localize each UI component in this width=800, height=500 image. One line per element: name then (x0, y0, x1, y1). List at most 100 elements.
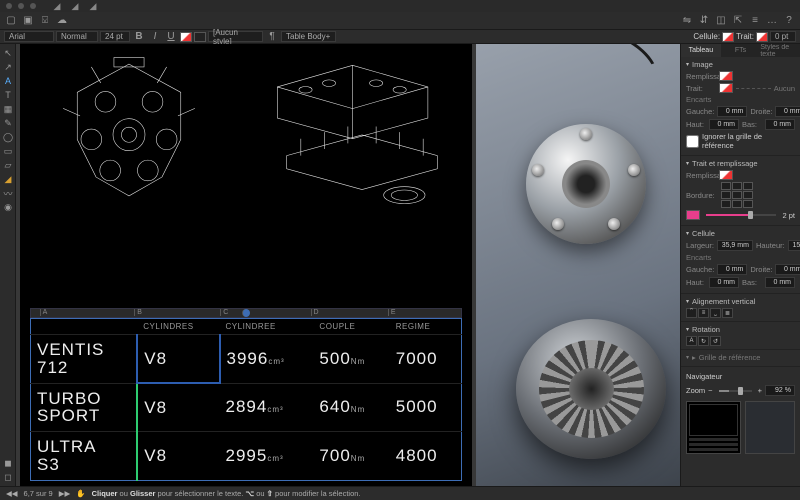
text-tool-icon[interactable]: A (2, 75, 14, 87)
cell[interactable]: 5000 (390, 383, 462, 432)
more-icon[interactable]: … (765, 14, 779, 28)
picture-frame-icon[interactable]: ▱ (2, 159, 14, 171)
help-icon[interactable]: ? (782, 14, 796, 28)
crop-icon[interactable]: ◫ (714, 14, 728, 28)
cell[interactable]: V8 (137, 432, 219, 481)
table-handle-icon[interactable] (242, 309, 250, 317)
designer-icon[interactable]: ◢ (50, 1, 64, 11)
stroke-swatch[interactable] (756, 32, 768, 42)
cell-inset-left[interactable] (717, 264, 747, 275)
zoom-in-icon[interactable]: + (758, 386, 762, 395)
traffic-red[interactable] (6, 3, 12, 9)
tab-styles[interactable]: Styles de texte (760, 44, 800, 57)
para-style-field[interactable]: Table Body+ (281, 31, 336, 42)
canvas-area[interactable]: A B C D E CYLINDRES CYLINDREE COUPLE REG… (16, 44, 680, 486)
inset-right-field[interactable] (775, 106, 800, 117)
stroke-color-swatch[interactable] (686, 210, 700, 220)
inset-bottom-field[interactable] (765, 119, 795, 130)
stroke-width-field[interactable]: 0 pt (770, 31, 796, 42)
open-icon[interactable]: ▣ (21, 14, 35, 28)
bg-color-swatch[interactable]: ◻ (2, 471, 14, 483)
row-name[interactable]: ULTRAS3 (31, 432, 138, 481)
zoom-field[interactable] (765, 385, 795, 396)
next-page-icon[interactable]: ▶▶ (59, 489, 71, 498)
fill-swatch[interactable] (719, 170, 733, 180)
section-header[interactable]: Image (686, 60, 795, 69)
traffic-green[interactable] (30, 3, 36, 9)
italic-icon[interactable]: I (148, 30, 162, 44)
text-fill-swatch[interactable] (180, 32, 192, 42)
inset-top-field[interactable] (709, 119, 739, 130)
table-tool-icon[interactable]: ▦ (2, 103, 14, 115)
nav-thumb-right[interactable] (745, 401, 796, 454)
publisher-icon[interactable]: ◢ (86, 1, 100, 11)
hand-icon[interactable]: ✋ (76, 489, 85, 498)
rect-tool-icon[interactable]: ▭ (2, 145, 14, 157)
font-size-field[interactable]: 24 pt (100, 31, 130, 42)
vector-brush-icon[interactable]: 〰 (2, 187, 14, 199)
table-frame[interactable]: A B C D E CYLINDRES CYLINDREE COUPLE REG… (20, 304, 472, 486)
table-row[interactable]: VENTIS712 V8 3996cm³ 500Nm 7000 (31, 334, 462, 383)
cell[interactable]: 2894cm³ (220, 383, 314, 432)
border-grid[interactable] (721, 182, 753, 208)
stroke-swatch[interactable] (719, 83, 733, 93)
cell-inset-top[interactable] (709, 277, 739, 288)
cell-fill-swatch[interactable] (722, 32, 734, 42)
row-name[interactable]: TURBOSPORT (31, 383, 138, 432)
valign-buttons[interactable]: ⎴≡⎵≣ (686, 308, 795, 318)
fill-swatch[interactable] (719, 71, 733, 81)
align-icon[interactable]: ≡ (748, 14, 762, 28)
paragraph-icon[interactable]: ¶ (265, 30, 279, 44)
ignore-grid-checkbox[interactable] (686, 135, 699, 148)
cell[interactable]: 3996cm³ (220, 334, 314, 383)
cell[interactable]: 7000 (390, 334, 462, 383)
char-style-field[interactable]: [Aucun style] (208, 31, 263, 42)
cell-width-field[interactable] (717, 240, 753, 251)
font-style-field[interactable]: Normal (56, 31, 98, 42)
cell[interactable]: V8 (137, 383, 219, 432)
col-c[interactable]: C (220, 309, 228, 316)
cell-inset-bottom[interactable] (765, 277, 795, 288)
nav-thumb-left[interactable] (686, 401, 741, 454)
cell[interactable]: 700Nm (313, 432, 389, 481)
text-bg-swatch[interactable] (194, 32, 206, 42)
prev-page-icon[interactable]: ◀◀ (6, 489, 18, 498)
zoom-slider[interactable] (719, 390, 752, 392)
cell[interactable]: 4800 (390, 432, 462, 481)
cell[interactable]: 2995cm³ (220, 432, 314, 481)
table-row[interactable]: TURBOSPORT V8 2894cm³ 640Nm 5000 (31, 383, 462, 432)
section-header[interactable]: Cellule (686, 229, 795, 238)
table-col-ruler[interactable]: A B C D E (30, 308, 462, 318)
color-picker-icon[interactable]: ◉ (2, 201, 14, 213)
shape-tool-icon[interactable]: ◯ (2, 131, 14, 143)
cloud-icon[interactable]: ☁ (55, 14, 69, 28)
node-tool-icon[interactable]: ↗ (2, 61, 14, 73)
underline-icon[interactable]: U (164, 30, 178, 44)
col-b[interactable]: B (134, 309, 142, 316)
move-tool-icon[interactable]: ↖ (2, 47, 14, 59)
row-name[interactable]: VENTIS712 (31, 334, 138, 383)
save-icon[interactable]: ⍌ (38, 14, 52, 28)
cell-selected[interactable]: V8 (137, 334, 219, 383)
specs-table[interactable]: CYLINDRES CYLINDREE COUPLE REGIME VENTIS… (30, 318, 462, 481)
bold-icon[interactable]: B (132, 30, 146, 44)
section-header[interactable]: Rotation (686, 325, 795, 334)
zoom-out-icon[interactable]: − (708, 386, 712, 395)
fill-tool-icon[interactable]: ◢ (2, 173, 14, 185)
traffic-yellow[interactable] (18, 3, 24, 9)
rotation-buttons[interactable]: A↻↺ (686, 336, 795, 346)
inset-left-field[interactable] (717, 106, 747, 117)
font-field[interactable]: Arial (4, 31, 54, 42)
tab-tableau[interactable]: Tableau (681, 44, 721, 57)
link-icon[interactable]: ⇱ (731, 14, 745, 28)
col-a[interactable]: A (40, 309, 48, 316)
cell[interactable]: 500Nm (313, 334, 389, 383)
photo-icon[interactable]: ◢ (68, 1, 82, 11)
tab-fts[interactable]: FTs (721, 44, 761, 57)
section-header[interactable]: ▸ Grille de référence (686, 353, 795, 362)
file-icon[interactable]: ▢ (4, 14, 18, 28)
frame-text-tool-icon[interactable]: T (2, 89, 14, 101)
cell[interactable]: 640Nm (313, 383, 389, 432)
section-header[interactable]: Alignement vertical (686, 297, 795, 306)
cell-height-field[interactable] (788, 240, 800, 251)
